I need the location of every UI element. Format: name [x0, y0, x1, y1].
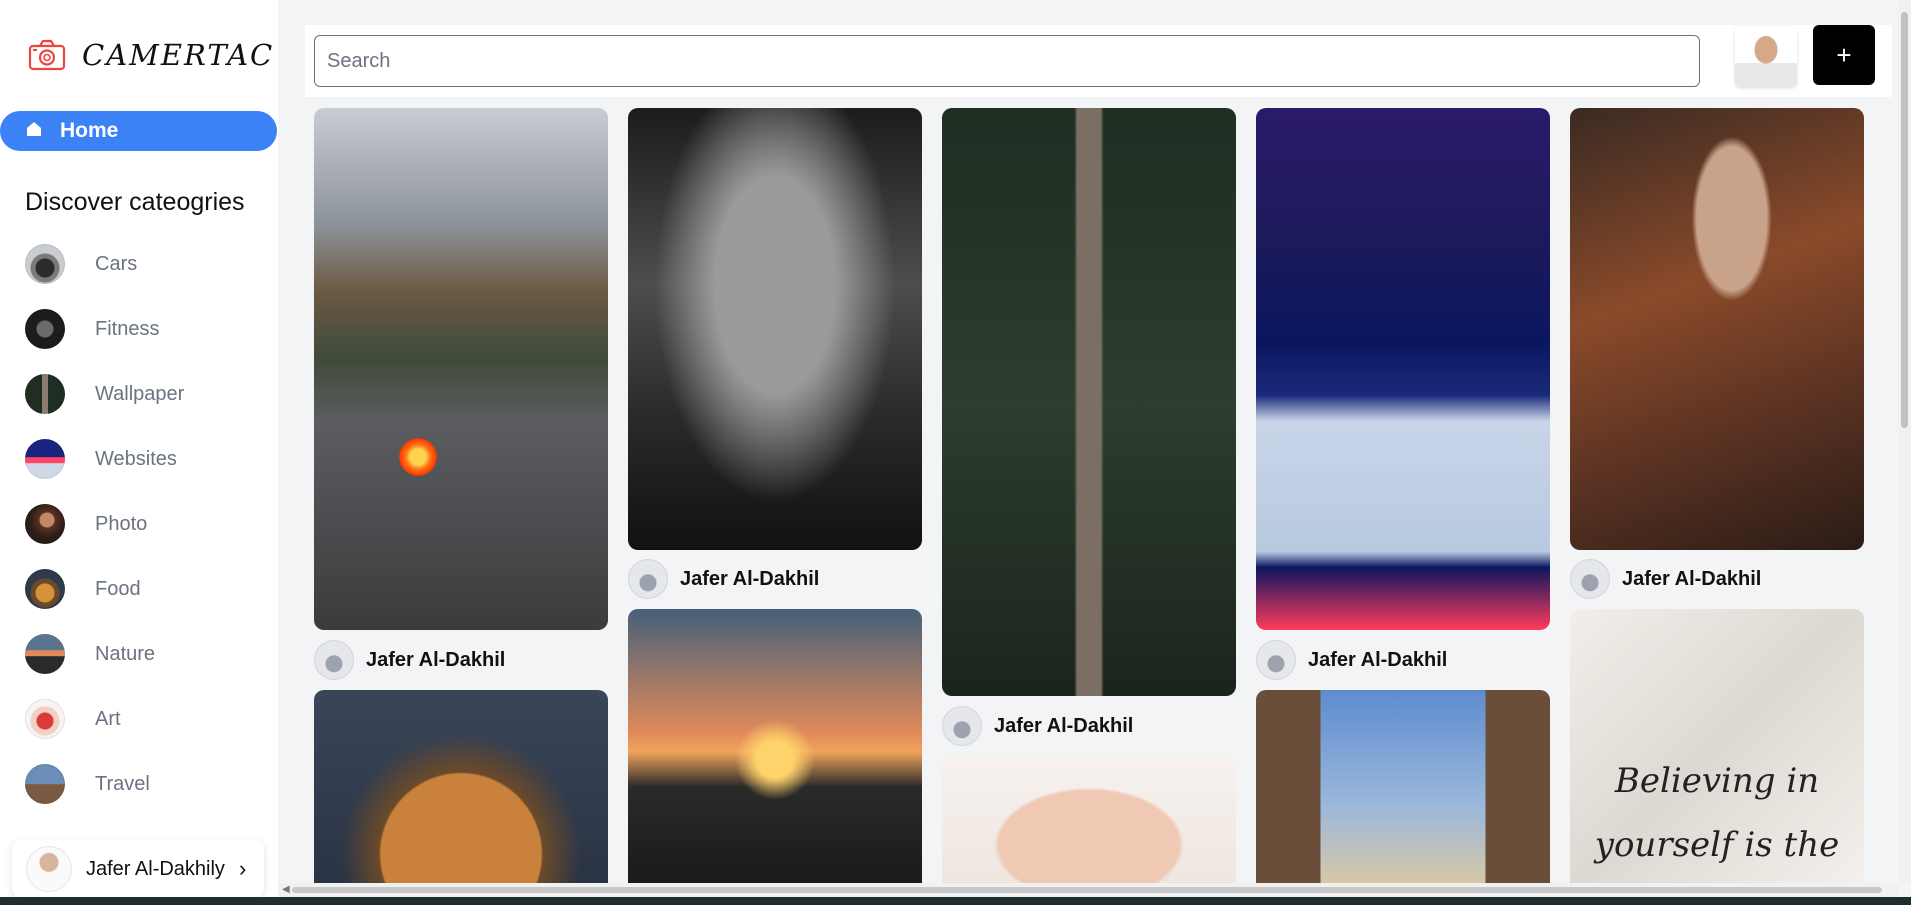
quote-text: Believing in yourself is the — [1570, 749, 1864, 877]
category-item-food[interactable]: Food — [25, 569, 184, 609]
avatar — [26, 846, 72, 892]
topbar: + — [305, 25, 1892, 97]
horizontal-scrollbar[interactable]: ◀ — [278, 883, 1898, 897]
pin-image-bridge[interactable] — [942, 108, 1236, 696]
pin-image-portrait[interactable] — [1570, 108, 1864, 550]
category-label: Photo — [95, 512, 148, 535]
user-avatar[interactable] — [1735, 27, 1797, 87]
category-label: Food — [95, 577, 141, 600]
profile-card[interactable]: Jafer Al-Dakhily › — [12, 840, 264, 898]
sidebar: CAMERTAC Home Discover cateogries Cars F… — [0, 0, 278, 905]
pin-image-food[interactable] — [314, 690, 608, 883]
avatar — [1256, 640, 1296, 680]
pin-author-name: Jafer Al-Dakhil — [1308, 648, 1448, 671]
category-label: Fitness — [95, 317, 160, 340]
pin-author[interactable]: Jafer Al-Dakhil — [314, 640, 505, 680]
os-taskbar — [0, 897, 1911, 905]
chevron-right-icon: › — [238, 856, 247, 881]
app-logo[interactable]: CAMERTAC — [28, 38, 274, 72]
category-avatar — [25, 504, 65, 544]
pin-author[interactable]: Jafer Al-Dakhil — [942, 706, 1133, 746]
pin-image-website[interactable] — [1256, 108, 1550, 630]
pin-author-name: Jafer Al-Dakhil — [680, 567, 820, 590]
category-label: Travel — [95, 772, 150, 795]
discover-title: Discover cateogries — [25, 188, 245, 216]
camera-icon — [28, 39, 66, 71]
category-avatar — [25, 309, 65, 349]
pin-image-car[interactable] — [314, 108, 608, 630]
home-icon — [26, 121, 42, 142]
pin-image-quote[interactable]: Believing in yourself is the — [1570, 609, 1864, 883]
profile-name: Jafer Al-Dakhily — [86, 857, 225, 880]
category-item-travel[interactable]: Travel — [25, 764, 184, 804]
pin-image-art[interactable] — [942, 756, 1236, 883]
flame-decoration — [399, 438, 437, 476]
category-avatar — [25, 764, 65, 804]
scrollbar-thumb[interactable] — [1901, 12, 1908, 428]
category-avatar — [25, 569, 65, 609]
category-label: Websites — [95, 447, 177, 470]
pin-author[interactable]: Jafer Al-Dakhil — [628, 559, 819, 599]
pin-author[interactable]: Jafer Al-Dakhil — [1570, 559, 1761, 599]
category-label: Art — [95, 707, 121, 730]
app-name: CAMERTAC — [82, 38, 275, 72]
category-item-wallpaper[interactable]: Wallpaper — [25, 374, 184, 414]
avatar — [314, 640, 354, 680]
category-avatar — [25, 634, 65, 674]
category-item-cars[interactable]: Cars — [25, 244, 184, 284]
quote-line-2: yourself is the — [1594, 825, 1840, 865]
category-avatar — [25, 374, 65, 414]
nav-home-label: Home — [60, 119, 119, 142]
vertical-scrollbar[interactable] — [1898, 0, 1911, 883]
category-item-art[interactable]: Art — [25, 699, 184, 739]
category-item-fitness[interactable]: Fitness — [25, 309, 184, 349]
pin-author-name: Jafer Al-Dakhil — [994, 714, 1134, 737]
search-input[interactable] — [314, 35, 1700, 87]
pin-author-name: Jafer Al-Dakhil — [366, 648, 506, 671]
category-label: Nature — [95, 642, 156, 665]
avatar — [1570, 559, 1610, 599]
category-item-websites[interactable]: Websites — [25, 439, 184, 479]
pin-author-name: Jafer Al-Dakhil — [1622, 567, 1762, 590]
category-label: Cars — [95, 252, 138, 275]
pin-image-paris[interactable] — [1256, 690, 1550, 883]
category-avatar — [25, 699, 65, 739]
pin-image-sunset[interactable] — [628, 609, 922, 883]
category-avatar — [25, 244, 65, 284]
category-label: Wallpaper — [95, 382, 185, 405]
category-avatar — [25, 439, 65, 479]
pin-image-fitness[interactable] — [628, 108, 922, 550]
scrollbar-thumb[interactable] — [292, 887, 1882, 893]
pin-author[interactable]: Jafer Al-Dakhil — [1256, 640, 1447, 680]
avatar — [942, 706, 982, 746]
avatar — [628, 559, 668, 599]
category-item-photo[interactable]: Photo — [25, 504, 184, 544]
nav-home[interactable]: Home — [0, 111, 277, 151]
scroll-left-icon[interactable]: ◀ — [282, 884, 290, 895]
category-item-nature[interactable]: Nature — [25, 634, 184, 674]
add-pin-button[interactable]: + — [1813, 25, 1875, 85]
quote-line-1: Believing in — [1614, 761, 1820, 801]
category-list: Cars Fitness Wallpaper Websites Photo Fo… — [25, 244, 184, 829]
